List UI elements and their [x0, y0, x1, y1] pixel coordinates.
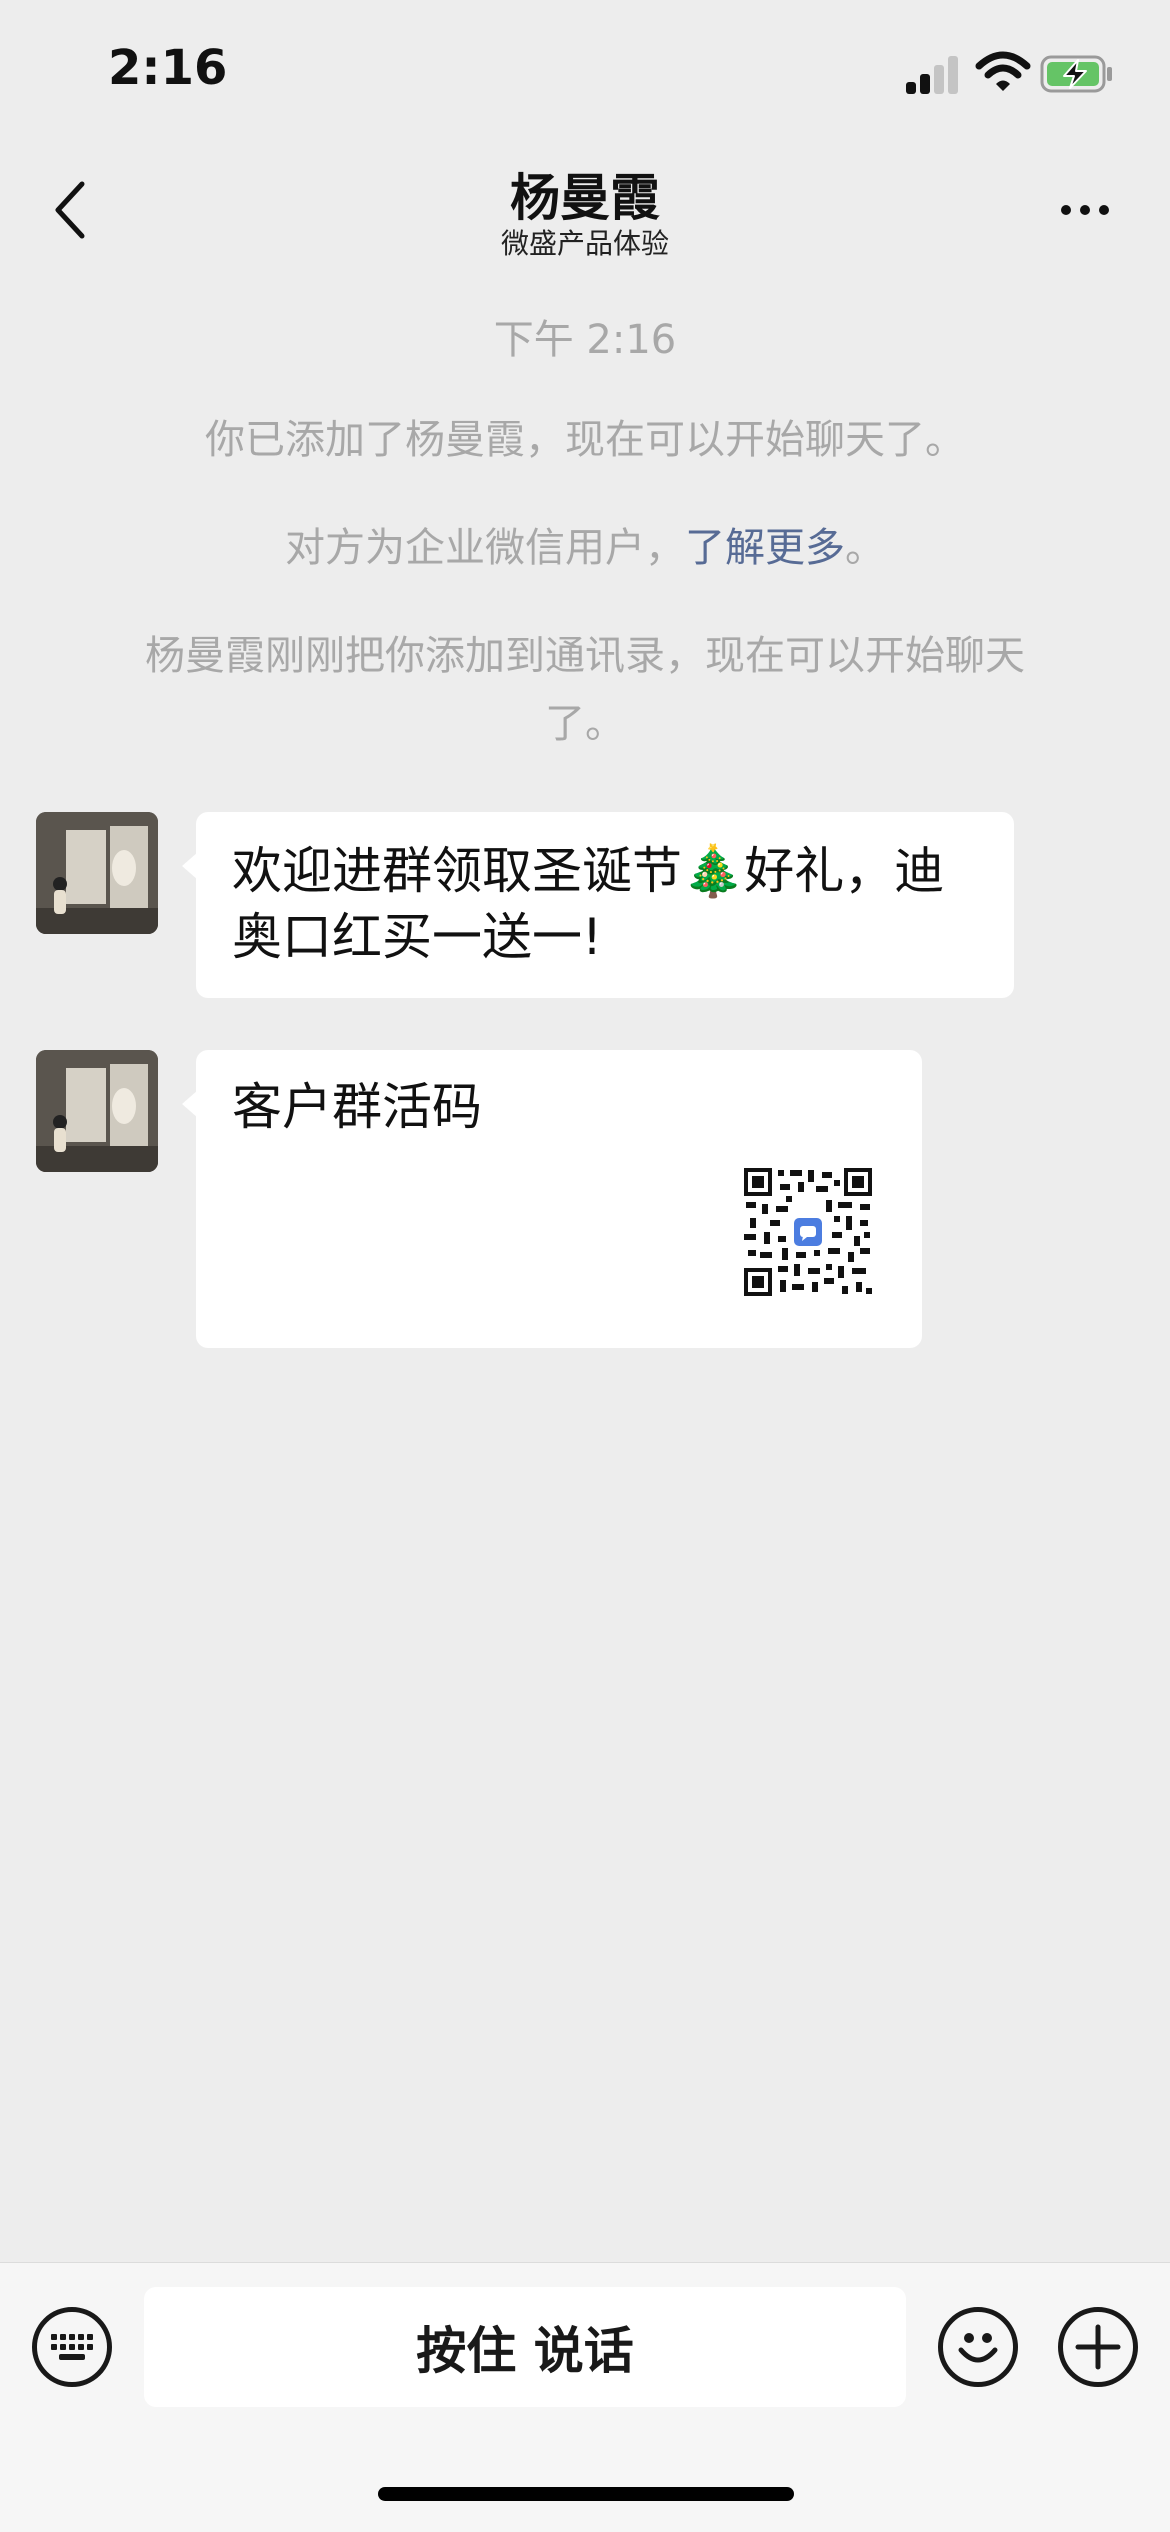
enterprise-notice-period: 。 [845, 525, 885, 571]
status-bar: 2:16 [0, 0, 1170, 140]
contact-added-you-notice: 杨曼霞刚刚把你添加到通讯录，现在可以开始聊天 了。 [100, 622, 1070, 758]
avatar[interactable] [36, 812, 158, 934]
contact-notice-line-2: 了。 [545, 701, 625, 747]
status-time: 2:16 [108, 40, 228, 96]
keyboard-toggle-button[interactable] [32, 2307, 112, 2387]
avatar[interactable] [36, 1050, 158, 1172]
bubble-tail [182, 1090, 198, 1118]
more-dots-icon [1061, 205, 1071, 215]
contact-notice-line-1: 杨曼霞刚刚把你添加到通讯录，现在可以开始聊天 [145, 633, 1025, 679]
chat-screen: 2:16 杨曼霞 微盛产品体验 下午 2:16 你已添加了杨曼霞，现在可以开始聊… [0, 0, 1170, 2532]
enterprise-user-notice: 对方为企业微信用户，了解更多。 [100, 514, 1070, 582]
hold-to-talk-button[interactable]: 按住 说话 [144, 2287, 906, 2407]
cellular-signal-icon [906, 56, 960, 94]
more-options-button[interactable] [1050, 180, 1120, 240]
contact-company-subtitle: 微盛产品体验 [500, 227, 669, 260]
message-timestamp: 下午 2:16 [493, 317, 677, 363]
keyboard-icon [51, 2334, 93, 2360]
more-dot [1080, 205, 1090, 215]
qr-card-message[interactable]: 客户群活码 [182, 1050, 922, 1348]
smiley-icon [958, 2333, 998, 2363]
qr-card-title: 客户群活码 [232, 1078, 482, 1136]
more-dot [1099, 205, 1109, 215]
enterprise-notice-text: 对方为企业微信用户， [285, 525, 685, 571]
bubble-tail [182, 852, 198, 880]
plus-icon [1075, 2324, 1121, 2370]
message-text-line-2: 奥口红买一送一! [232, 908, 603, 966]
added-contact-notice: 你已添加了杨曼霞，现在可以开始聊天了。 [205, 417, 965, 463]
avatar-gallery-image [36, 812, 158, 934]
learn-more-link[interactable]: 了解更多 [685, 525, 845, 571]
emoji-button[interactable] [938, 2307, 1018, 2387]
wifi-icon [975, 51, 1031, 91]
more-functions-button[interactable] [1058, 2307, 1138, 2387]
avatar-gallery-image [36, 1050, 158, 1172]
qr-code-icon [742, 1166, 874, 1298]
message-bubble[interactable]: 欢迎进群领取圣诞节🎄好礼，迪 奥口红买一送一! [182, 812, 1014, 998]
contact-name-title: 杨曼霞 [510, 169, 660, 227]
home-indicator[interactable] [378, 2487, 794, 2501]
chat-header: 杨曼霞 微盛产品体验 [0, 140, 1170, 290]
message-text-line-1: 欢迎进群领取圣诞节🎄好礼，迪 [232, 842, 945, 900]
battery-charging-icon [1040, 55, 1112, 93]
